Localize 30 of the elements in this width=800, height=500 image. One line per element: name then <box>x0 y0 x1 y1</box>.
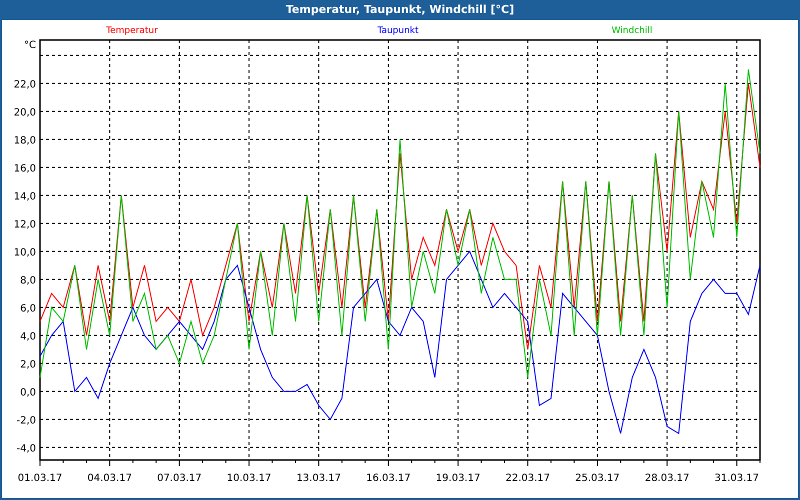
axis-label: 18,0 <box>14 135 36 146</box>
axis-label: 14,0 <box>14 191 36 202</box>
axis-label: 0,0 <box>20 387 36 398</box>
axis-label: 16.03.17 <box>366 473 411 484</box>
axis-label: 31.03.17 <box>714 473 760 484</box>
axis-label: 25.03.17 <box>575 473 620 484</box>
axis-label: 16,0 <box>14 163 36 174</box>
axis-label: 04.03.17 <box>87 473 132 484</box>
window-title: Temperatur, Taupunkt, Windchill [°C] <box>286 2 514 18</box>
axis-label: 2,0 <box>20 359 36 370</box>
axis-label: 10,0 <box>14 247 36 258</box>
axis-label: 28.03.17 <box>644 473 690 484</box>
axis-label: 8,0 <box>20 275 36 286</box>
axis-label: 22.03.17 <box>505 473 550 484</box>
axis-label: 6,0 <box>20 303 36 314</box>
axis-label: 07.03.17 <box>157 473 202 484</box>
axis-label: 19.03.17 <box>436 473 480 484</box>
legend-label: Temperatur <box>106 26 158 36</box>
axis-label: 22,0 <box>14 79 36 90</box>
axis-label: -4,0 <box>16 443 36 454</box>
legend-label: Windchill <box>612 26 652 36</box>
axis-label: 20,0 <box>14 107 36 118</box>
axis-label: 12,0 <box>14 219 36 230</box>
axis-label: 13.03.17 <box>296 473 341 484</box>
axis-label: 4,0 <box>20 331 36 342</box>
legend-label: Taupunkt <box>377 26 419 36</box>
axis-unit: °C <box>24 40 36 51</box>
axis-label: 01.03.17 <box>18 473 62 484</box>
axis-label: 10.03.17 <box>226 473 272 484</box>
axis-label: -2,0 <box>16 415 36 426</box>
